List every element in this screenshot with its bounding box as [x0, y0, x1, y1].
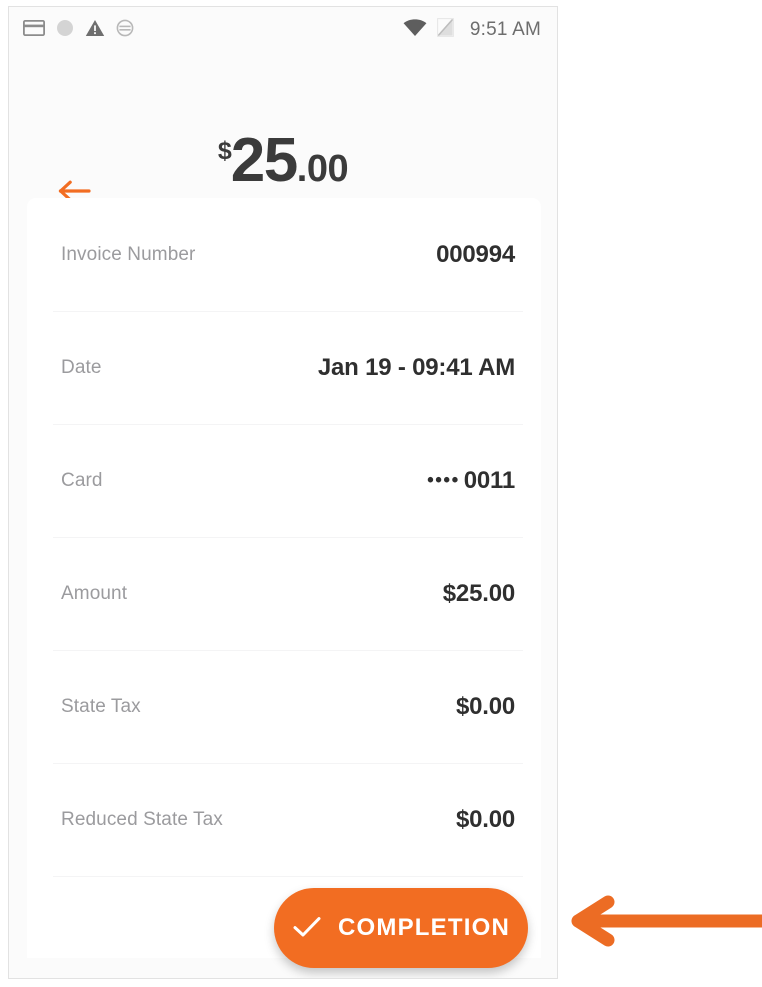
table-row: State Tax $0.00	[27, 650, 541, 763]
completion-button[interactable]: COMPLETION	[274, 888, 528, 968]
row-value-date: Jan 19 - 09:41 AM	[317, 353, 515, 381]
warning-triangle-icon	[85, 19, 105, 42]
circle-icon	[56, 19, 74, 42]
payment-header: $25.00	[9, 53, 557, 203]
completion-button-label: COMPLETION	[338, 914, 510, 941]
row-label-card: Card	[61, 469, 103, 491]
table-row: Reduced State Tax $0.00	[27, 763, 541, 876]
annotation-arrow-icon	[571, 895, 762, 947]
wifi-icon	[403, 18, 427, 42]
annotated-screenshot-canvas: 9:51 AM $25.00 Invoice Number 000994 Dat…	[0, 0, 762, 987]
signal-off-icon	[436, 18, 454, 42]
amount-currency-symbol: $	[217, 137, 232, 165]
transaction-details-card: Invoice Number 000994 Date Jan 19 - 09:4…	[27, 198, 541, 958]
row-value-state-tax: $0.00	[455, 692, 515, 720]
row-label-date: Date	[61, 356, 102, 378]
check-icon	[292, 915, 322, 942]
table-row: Invoice Number 000994	[27, 198, 541, 311]
row-value-card: •••• 0011	[427, 467, 515, 495]
card-last-four: 0011	[463, 466, 515, 494]
card-mask-dots: ••••	[427, 469, 460, 491]
status-bar-clock: 9:51 AM	[469, 19, 541, 40]
amount-whole-part: 25	[230, 126, 298, 195]
status-bar: 9:51 AM	[9, 7, 557, 53]
total-amount-display: $25.00	[9, 125, 557, 196]
phone-screen-frame: 9:51 AM $25.00 Invoice Number 000994 Dat…	[8, 6, 558, 979]
status-bar-left-icons	[22, 19, 134, 42]
row-value-invoice-number: 000994	[436, 240, 515, 268]
row-value-amount: $25.00	[442, 579, 515, 607]
row-label-reduced-state-tax: Reduced State Tax	[61, 808, 223, 830]
amount-cents-part: .00	[296, 148, 349, 190]
row-label-amount: Amount	[61, 582, 128, 604]
table-row: Card •••• 0011	[27, 424, 541, 537]
row-value-reduced-state-tax: $0.00	[455, 805, 515, 833]
credit-card-icon	[22, 19, 46, 41]
row-label-invoice-number: Invoice Number	[61, 243, 196, 265]
row-label-state-tax: State Tax	[61, 695, 141, 717]
table-row: Date Jan 19 - 09:41 AM	[27, 311, 541, 424]
table-row: Amount $25.00	[27, 537, 541, 650]
sync-disabled-icon	[116, 19, 134, 42]
status-bar-right-icons: 9:51 AM	[403, 18, 541, 42]
